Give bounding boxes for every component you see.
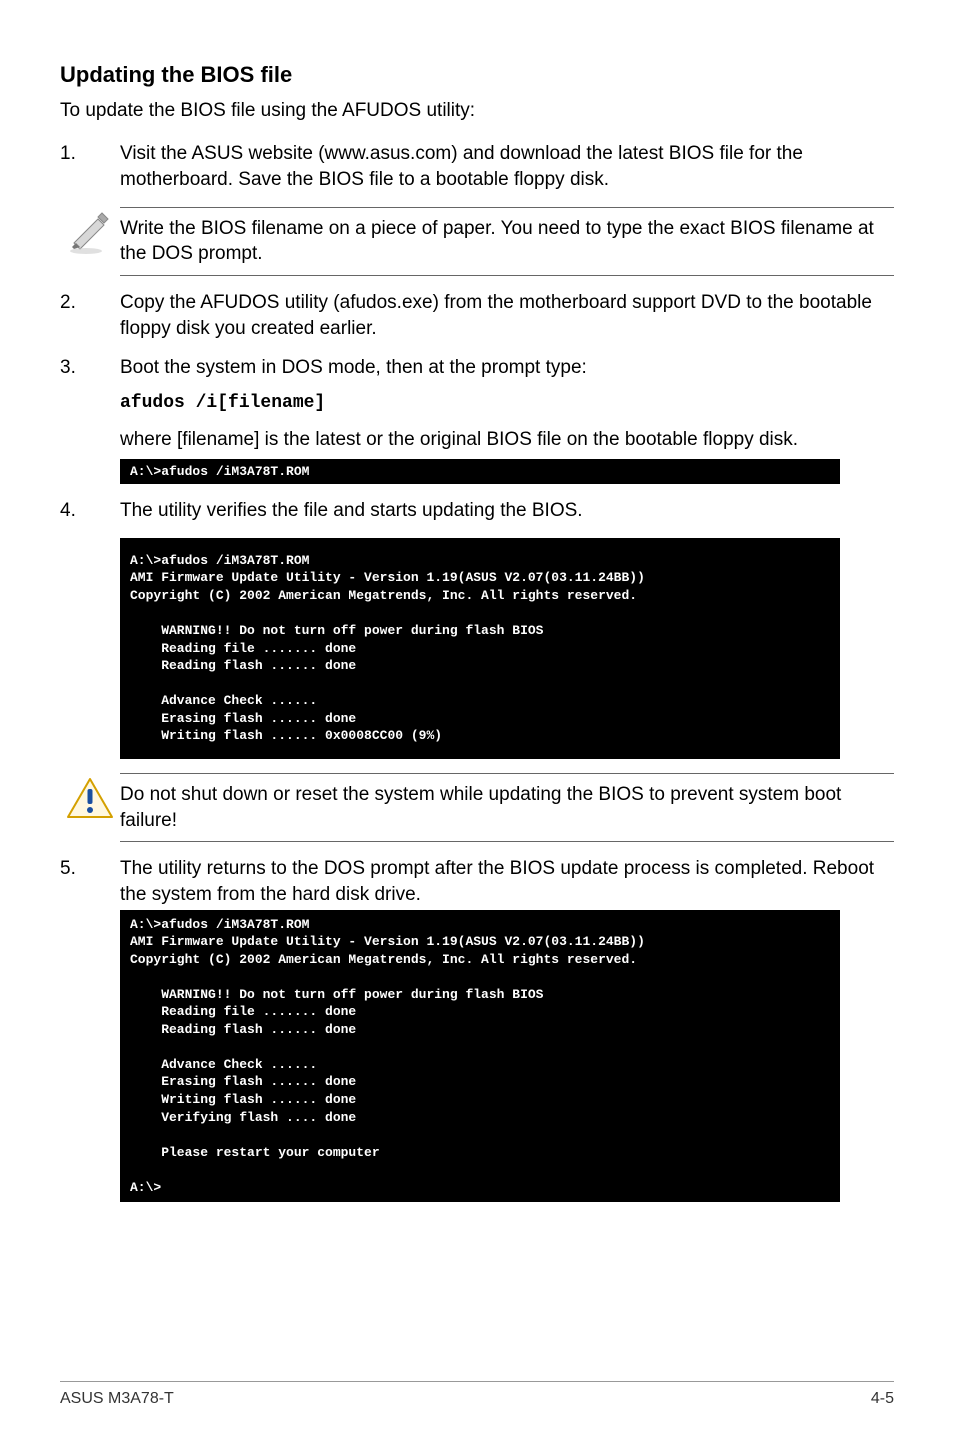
note-warning: Do not shut down or reset the system whi… — [60, 773, 894, 842]
command-text: afudos /i[filename] — [120, 391, 894, 415]
step-text: Copy the AFUDOS utility (afudos.exe) fro… — [120, 290, 894, 341]
footer-right: 4-5 — [871, 1388, 894, 1410]
step-text: Visit the ASUS website (www.asus.com) an… — [120, 141, 894, 192]
step-subtext: where [filename] is the latest or the or… — [120, 427, 894, 453]
step-number: 1. — [60, 141, 120, 192]
step-number: 2. — [60, 290, 120, 341]
step-number: 5. — [60, 856, 120, 907]
step-5: 5. The utility returns to the DOS prompt… — [60, 856, 894, 907]
note-pencil: Write the BIOS filename on a piece of pa… — [60, 207, 894, 276]
terminal-output-2: A:\>afudos /iM3A78T.ROM AMI Firmware Upd… — [120, 538, 840, 759]
footer-left: ASUS M3A78-T — [60, 1388, 174, 1410]
step-text: The utility returns to the DOS prompt af… — [120, 856, 894, 907]
step-text: The utility verifies the file and starts… — [120, 498, 894, 524]
section-heading: Updating the BIOS file — [60, 60, 894, 90]
pencil-icon — [60, 207, 120, 255]
step-3: 3. Boot the system in DOS mode, then at … — [60, 355, 894, 453]
step-4: 4. The utility verifies the file and sta… — [60, 498, 894, 524]
step-number: 3. — [60, 355, 120, 453]
page-footer: ASUS M3A78-T 4-5 — [60, 1381, 894, 1410]
intro-text: To update the BIOS file using the AFUDOS… — [60, 98, 894, 124]
step-1: 1. Visit the ASUS website (www.asus.com)… — [60, 141, 894, 192]
step-text: Boot the system in DOS mode, then at the… — [120, 355, 894, 381]
step-2: 2. Copy the AFUDOS utility (afudos.exe) … — [60, 290, 894, 341]
step-number: 4. — [60, 498, 120, 524]
terminal-output-3: A:\>afudos /iM3A78T.ROM AMI Firmware Upd… — [120, 910, 840, 1203]
note-text: Do not shut down or reset the system whi… — [120, 782, 894, 833]
warning-icon — [60, 773, 120, 821]
terminal-output-1: A:\>afudos /iM3A78T.ROM — [120, 459, 840, 485]
note-text: Write the BIOS filename on a piece of pa… — [120, 216, 894, 267]
